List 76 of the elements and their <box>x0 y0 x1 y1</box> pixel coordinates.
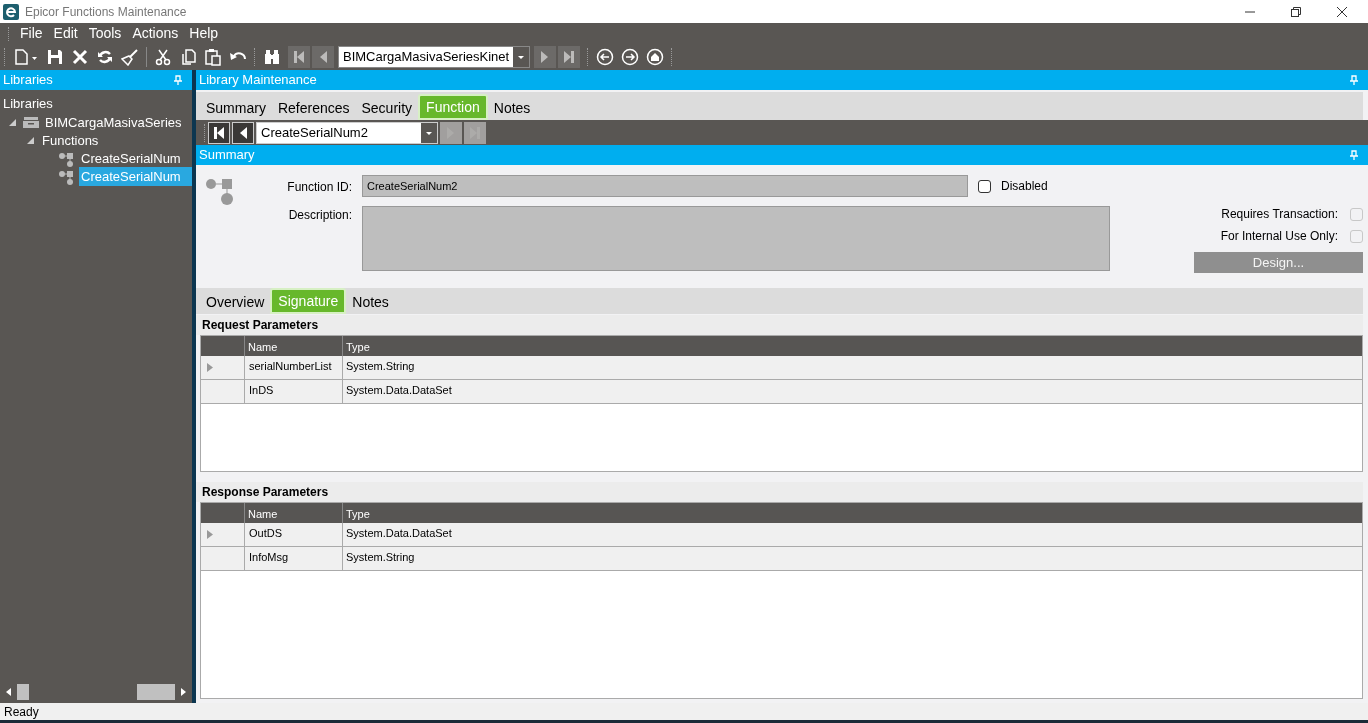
tab[interactable]: Security <box>355 96 419 120</box>
expanded-arrow-icon[interactable] <box>8 118 17 127</box>
function-id-field[interactable]: CreateSerialNum2 <box>362 175 968 197</box>
column-header[interactable]: Type <box>343 336 1362 356</box>
menu-item[interactable]: Tools <box>83 23 127 44</box>
tree-root-label: Libraries <box>2 95 53 113</box>
copy-icon[interactable] <box>179 48 197 66</box>
first-record-button[interactable] <box>208 121 230 144</box>
save-icon[interactable] <box>46 48 64 66</box>
dropdown-caret-icon <box>513 47 530 67</box>
checkbox-label: Requires Transaction: <box>1221 206 1338 223</box>
tab[interactable]: Notes <box>346 290 395 314</box>
table-cell: OutDS <box>245 523 343 546</box>
home-icon[interactable] <box>646 48 665 66</box>
menu-item[interactable]: Help <box>184 23 224 44</box>
scroll-left-icon[interactable] <box>6 688 11 696</box>
function-node-icon <box>58 168 76 185</box>
scrollbar-thumb[interactable] <box>137 684 175 700</box>
panel-title: Libraries <box>3 71 53 90</box>
tree-item[interactable]: CreateSerialNum <box>79 148 183 169</box>
paste-icon[interactable] <box>204 48 222 66</box>
status-text: Ready <box>4 703 39 721</box>
expanded-arrow-icon[interactable] <box>26 136 35 145</box>
first-record-arrow-icon <box>292 50 306 64</box>
broom-icon[interactable] <box>121 48 139 66</box>
function-node-icon <box>58 150 76 167</box>
table-cell-text: System.Data.DataSet <box>345 526 453 541</box>
menu-item[interactable]: File <box>15 23 48 44</box>
window-title: Epicor Functions Maintenance <box>25 3 187 21</box>
tab[interactable]: References <box>271 96 356 120</box>
refresh-icon[interactable] <box>96 48 114 66</box>
column-header[interactable]: Type <box>343 503 1362 523</box>
table-cell-text: System.String <box>345 359 416 374</box>
cut-icon[interactable] <box>154 48 172 66</box>
new-document-icon[interactable] <box>13 48 39 66</box>
table-cell: serialNumberList <box>245 356 343 379</box>
tree-item[interactable]: Functions <box>40 130 101 151</box>
table-cell-text: System.Data.DataSet <box>345 383 453 398</box>
tab[interactable]: Summary <box>200 96 272 120</box>
section-title: Response Parameters <box>196 482 1363 502</box>
back-icon[interactable] <box>596 48 615 66</box>
checkbox-label: Disabled <box>1001 178 1048 195</box>
scrollbar-thumb[interactable] <box>17 684 29 700</box>
table-cell-text: System.String <box>345 550 416 565</box>
table-cell: InDS <box>245 380 343 403</box>
next-record-button[interactable] <box>534 46 557 68</box>
function-combo-box[interactable]: CreateSerialNum2 <box>256 121 438 144</box>
tree-item[interactable]: BIMCargaMasivaSeries <box>43 112 184 133</box>
app-logo-icon <box>3 3 19 20</box>
current-row-arrow-icon <box>207 530 213 539</box>
menu-item[interactable]: Edit <box>48 23 83 44</box>
restore-icon[interactable] <box>1290 5 1302 18</box>
tab[interactable]: Notes <box>487 96 537 120</box>
last-record-button[interactable] <box>558 46 581 68</box>
binoculars-icon[interactable] <box>263 48 281 66</box>
drawer-icon <box>22 114 40 131</box>
panel-title: Summary <box>199 146 255 165</box>
section-title: Request Parameters <box>196 315 1363 335</box>
first-record-arrow-icon <box>212 125 226 140</box>
field-label: Description: <box>288 207 352 224</box>
close-icon[interactable] <box>1336 5 1348 18</box>
last-record-arrow-icon <box>562 50 577 64</box>
tab[interactable]: Overview <box>200 290 271 314</box>
menu-item[interactable]: Actions <box>127 23 184 44</box>
table-cell: InfoMsg <box>245 547 343 570</box>
delete-icon[interactable] <box>71 48 89 66</box>
forward-icon[interactable] <box>621 48 640 66</box>
record-combo-box[interactable]: BIMCargaMasivaSeriesKinet <box>338 46 531 68</box>
field-label: Function ID: <box>287 179 352 196</box>
checkbox-label: For Internal Use Only: <box>1220 228 1338 245</box>
checkbox[interactable] <box>978 179 991 193</box>
previous-record-button[interactable] <box>232 121 254 144</box>
current-row-arrow-icon <box>207 363 213 372</box>
description-field[interactable] <box>362 206 1110 271</box>
scroll-right-icon[interactable] <box>181 688 186 696</box>
panel-title: Library Maintenance <box>199 71 317 90</box>
